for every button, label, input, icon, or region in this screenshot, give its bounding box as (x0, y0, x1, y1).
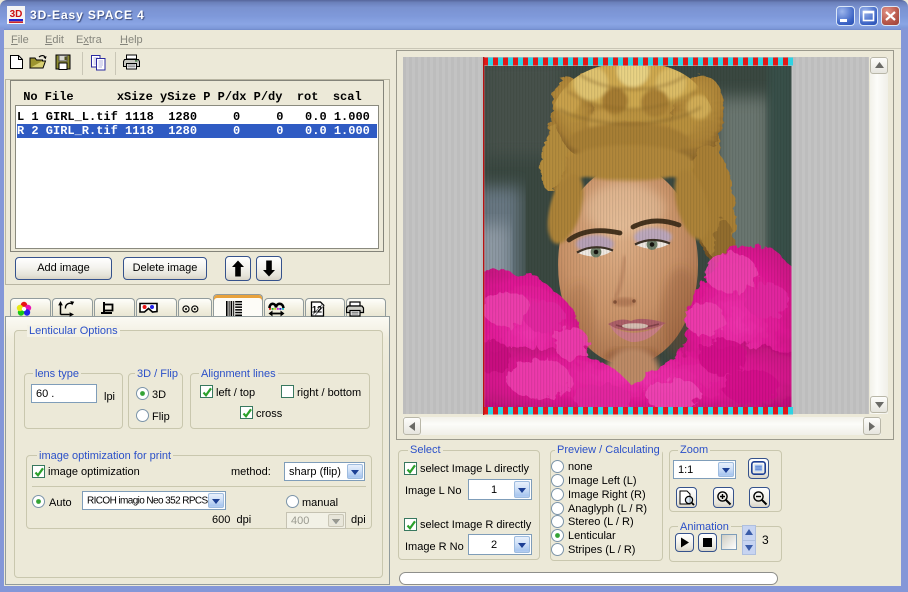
svg-text:12: 12 (312, 305, 322, 315)
svg-text:3D: 3D (10, 9, 23, 20)
